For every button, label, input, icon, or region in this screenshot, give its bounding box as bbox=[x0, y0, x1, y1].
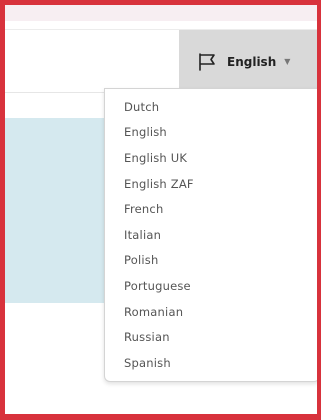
language-option-dutch[interactable]: Dutch bbox=[105, 94, 317, 120]
language-dropdown-menu: Dutch English English UK English ZAF Fre… bbox=[104, 88, 317, 382]
language-option-portuguese[interactable]: Portuguese bbox=[105, 273, 317, 299]
chevron-down-icon: ▼ bbox=[284, 57, 291, 66]
header-bar: English ▼ bbox=[5, 30, 317, 93]
language-option-english[interactable]: English bbox=[105, 120, 317, 146]
window-frame: English ▼ Dutch English English UK Engli… bbox=[0, 0, 321, 420]
language-option-polish[interactable]: Polish bbox=[105, 248, 317, 274]
language-option-english-uk[interactable]: English UK bbox=[105, 145, 317, 171]
language-selector-label: English bbox=[227, 54, 277, 69]
language-option-romanian[interactable]: Romanian bbox=[105, 299, 317, 325]
language-option-french[interactable]: French bbox=[105, 196, 317, 222]
language-option-russian[interactable]: Russian bbox=[105, 324, 317, 350]
language-option-spanish[interactable]: Spanish bbox=[105, 350, 317, 376]
language-option-english-zaf[interactable]: English ZAF bbox=[105, 171, 317, 197]
flag-icon bbox=[197, 52, 217, 71]
top-band bbox=[5, 5, 317, 21]
language-option-italian[interactable]: Italian bbox=[105, 222, 317, 248]
language-selector-button[interactable]: English ▼ bbox=[179, 30, 317, 93]
